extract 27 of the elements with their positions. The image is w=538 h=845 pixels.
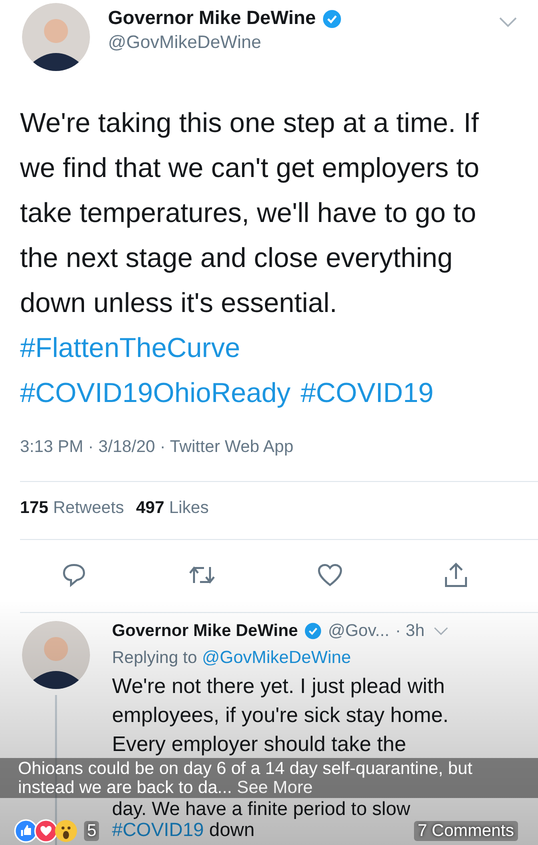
hashtag-link[interactable]: #COVID19OhioReady xyxy=(20,370,291,415)
stat-count[interactable]: 175 Retweets xyxy=(20,497,124,519)
see-more-link[interactable]: See More xyxy=(236,777,313,797)
tweet-timestamp: 3:13 PM · 3/18/20 · Twitter Web App xyxy=(20,436,294,458)
reply-text: We're not there yet. I just plead with employees, if you're sick stay home. Every employer should take the xyxy=(112,674,450,758)
post-caption: Ohioans could be on day 6 of a 14 day self-quarantine, but instead we are back to da... See More xyxy=(18,759,474,797)
hashtag-link[interactable]: #COVID19 xyxy=(300,370,434,415)
mention-link[interactable]: @GovMikeDeWine xyxy=(202,647,351,667)
account-handle: @GovMikeDeWine xyxy=(108,32,262,52)
account-handle: @Gov... xyxy=(328,621,390,641)
hashtag-link[interactable]: #COVID19 xyxy=(112,820,204,841)
heart-icon[interactable] xyxy=(316,563,342,587)
share-icon[interactable] xyxy=(444,562,468,588)
reply-text: day. We have a finite period to slow #COVID19 down xyxy=(112,799,412,841)
reply-time: · 3h xyxy=(395,621,425,641)
stat-count[interactable]: 497 Likes xyxy=(136,497,209,519)
reaction-count[interactable]: 5 xyxy=(84,821,100,841)
comments-link[interactable]: 7 Comments xyxy=(414,821,518,841)
account-name: Governor Mike DeWine xyxy=(108,8,316,30)
account-name: Governor Mike DeWine xyxy=(112,621,298,641)
replying-label: Replying to xyxy=(112,648,198,667)
reply-icon[interactable] xyxy=(60,562,86,588)
tweet-text: We're taking this one step at a time. If we find that we can't get employers to take temperatures, we'll have to go to the next stage and close everything down unless it's essential. xyxy=(20,106,480,320)
hashtag-link[interactable]: #FlattenTheCurve xyxy=(20,325,240,370)
avatar[interactable] xyxy=(22,621,90,689)
avatar[interactable] xyxy=(22,3,90,71)
wow-reaction-icon xyxy=(54,819,78,843)
